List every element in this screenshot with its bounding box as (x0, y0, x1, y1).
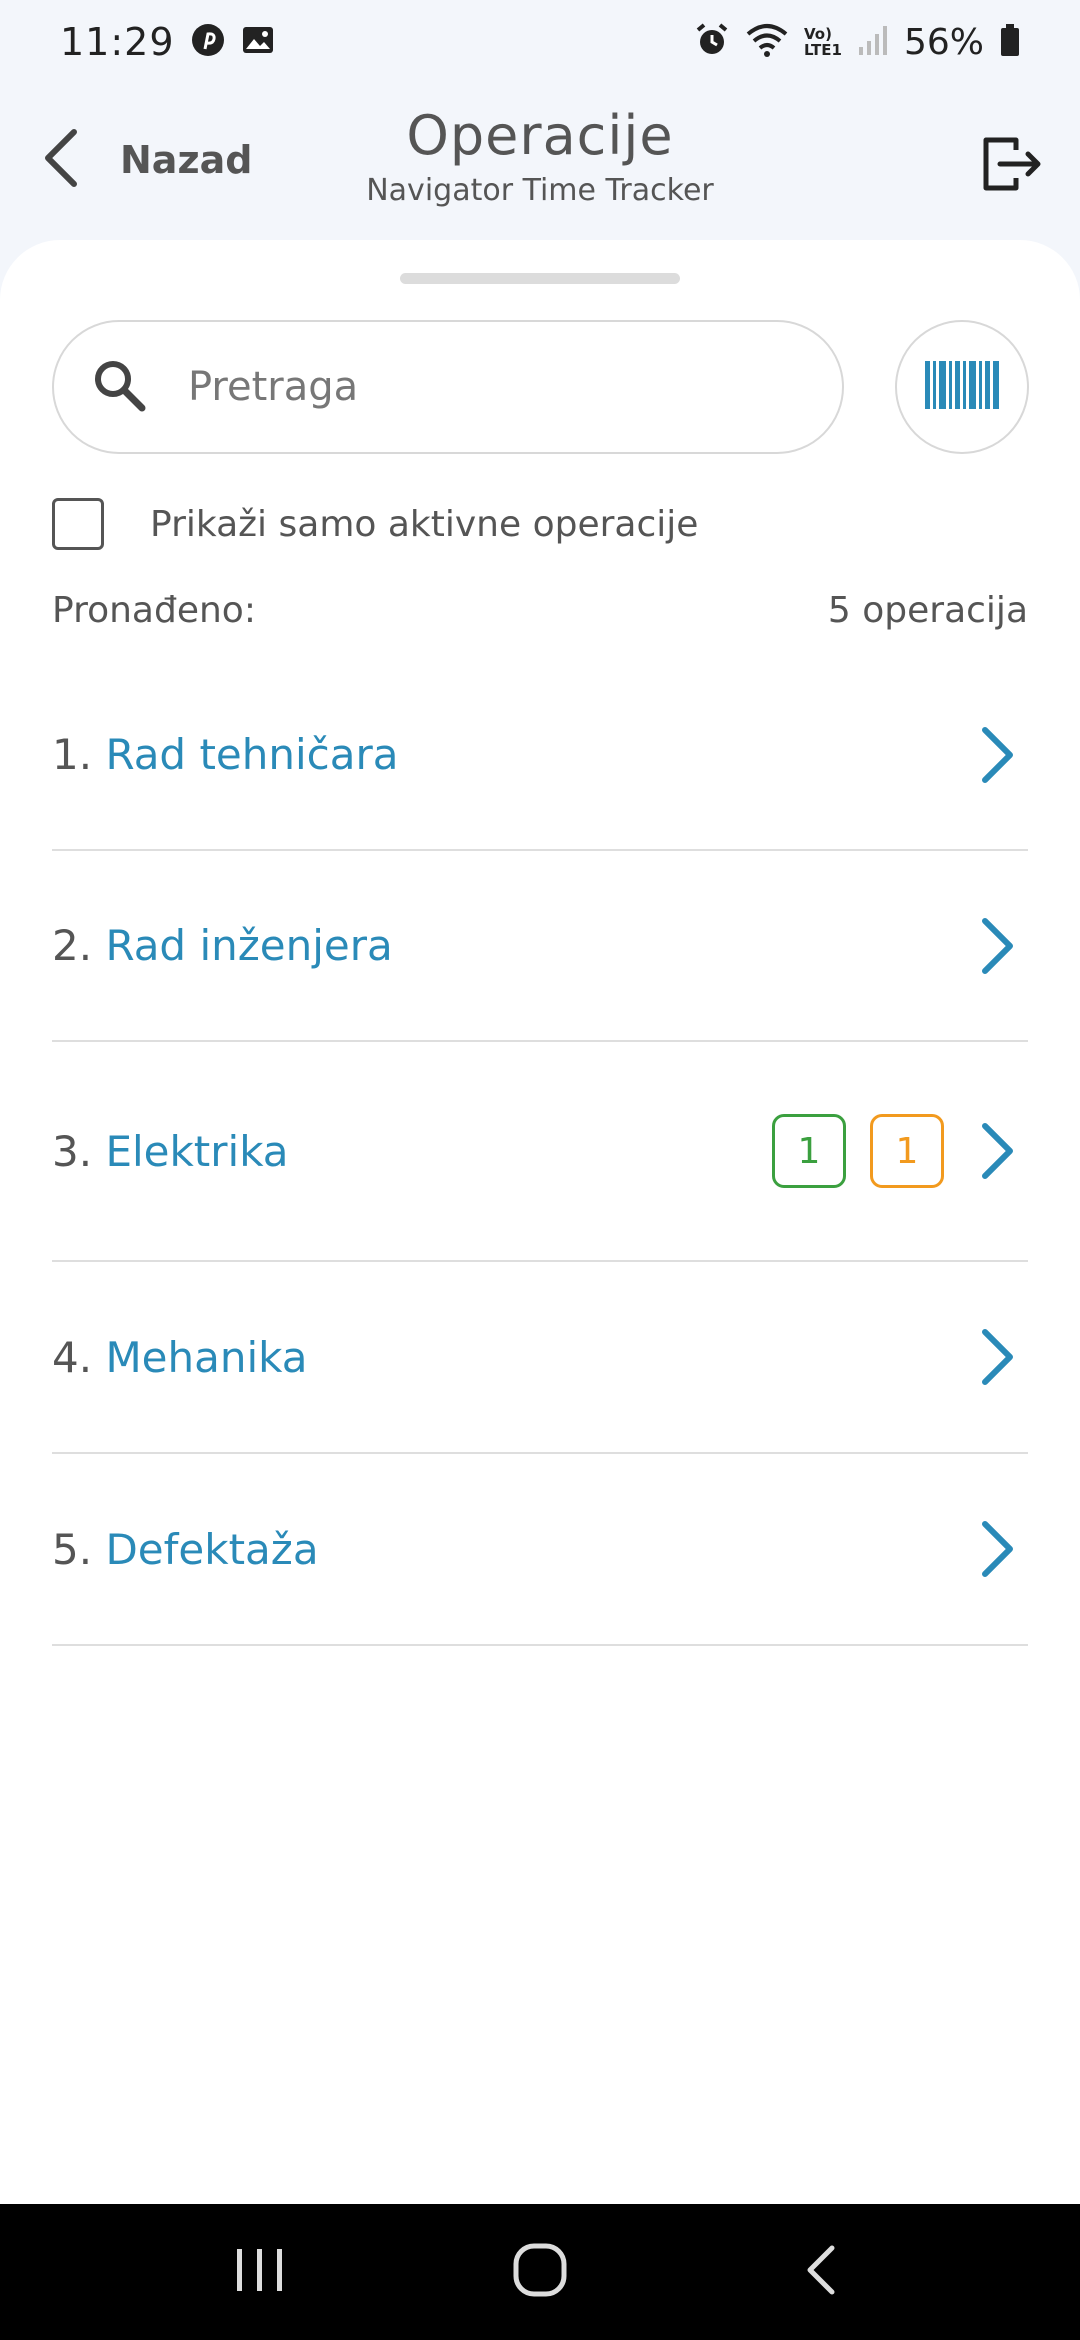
wifi-icon (746, 22, 788, 62)
logout-icon (982, 136, 1042, 196)
operation-number: 5. (52, 1524, 93, 1574)
volte-indicator: Vo) LTE1 (804, 26, 842, 58)
recent-apps-icon (235, 2247, 285, 2297)
chevron-right-icon (968, 1121, 1028, 1181)
content-sheet: Prikaži samo aktivne operacije Pronađeno… (0, 240, 1080, 2204)
item-right: 1 1 (772, 1114, 1028, 1188)
chevron-right-icon (968, 916, 1028, 976)
status-bar-right: Vo) LTE1 56% (694, 22, 1020, 63)
result-count: 5 operacija (827, 590, 1028, 631)
barcode-icon (925, 361, 999, 413)
system-nav-bar (0, 2204, 1080, 2340)
found-label: Pronađeno: (52, 590, 256, 631)
operation-number: 4. (52, 1332, 93, 1382)
home-icon (512, 2242, 568, 2302)
operation-label: Elektrika (105, 1126, 289, 1176)
item-right (968, 916, 1028, 976)
operation-title: 5. Defektaža (52, 1525, 319, 1574)
item-right (968, 1519, 1028, 1579)
status-time: 11:29 (60, 20, 175, 64)
list-item[interactable]: 4. Mehanika (52, 1262, 1028, 1454)
list-item[interactable]: 3. Elektrika 1 1 (52, 1042, 1028, 1262)
pinterest-icon (191, 23, 225, 61)
search-icon (92, 358, 146, 416)
operation-label: Defektaža (105, 1524, 319, 1574)
active-only-checkbox[interactable] (52, 498, 104, 550)
barcode-scan-button[interactable] (895, 320, 1029, 454)
status-badge-green: 1 (772, 1114, 846, 1188)
operation-number: 1. (52, 730, 93, 779)
back-label: Nazad (120, 138, 253, 182)
chevron-right-icon (968, 1519, 1028, 1579)
lte-label: LTE1 (803, 41, 842, 59)
list-item[interactable]: 5. Defektaža (52, 1454, 1028, 1646)
search-box[interactable] (52, 320, 844, 454)
operation-title: 4. Mehanika (52, 1333, 307, 1382)
back-button[interactable]: Nazad (40, 120, 252, 200)
logout-button[interactable] (976, 130, 1048, 202)
operations-list: 1. Rad tehničara 2. Rad inženjera 3. Ele… (52, 660, 1028, 1646)
status-badge-orange: 1 (870, 1114, 944, 1188)
operation-label: Mehanika (105, 1332, 308, 1382)
operation-title: 1. Rad tehničara (52, 730, 399, 779)
back-arrow-icon (802, 2244, 838, 2300)
operation-label: Rad tehničara (105, 730, 399, 779)
app-header: Operacije Navigator Time Tracker Nazad (0, 90, 1080, 240)
volte-label: Vo) (803, 25, 832, 43)
chevron-left-icon (40, 128, 80, 192)
list-item[interactable]: 1. Rad tehničara (52, 660, 1028, 851)
operation-title: 2. Rad inženjera (52, 921, 393, 970)
list-item[interactable]: 2. Rad inženjera (52, 851, 1028, 1042)
status-bar: 11:29 Vo) LTE1 56% (0, 0, 1080, 84)
battery-icon (1000, 23, 1020, 61)
operation-title: 3. Elektrika (52, 1127, 289, 1176)
item-right (968, 1327, 1028, 1387)
status-bar-left: 11:29 (60, 20, 275, 64)
signal-icon (858, 23, 888, 61)
battery-percent: 56% (903, 21, 984, 63)
alarm-icon (694, 22, 730, 62)
search-input[interactable] (188, 364, 788, 410)
active-only-label: Prikaži samo aktivne operacije (150, 503, 699, 545)
system-back-button[interactable] (760, 2222, 880, 2322)
sheet-drag-handle[interactable] (400, 273, 680, 284)
recent-apps-button[interactable] (200, 2222, 320, 2322)
item-right (968, 725, 1028, 785)
gallery-icon (241, 23, 275, 61)
active-filter-row: Prikaži samo aktivne operacije (52, 496, 698, 552)
chevron-right-icon (968, 725, 1028, 785)
home-button[interactable] (480, 2222, 600, 2322)
results-summary: Pronađeno: 5 operacija (52, 590, 1028, 631)
operation-label: Rad inženjera (105, 921, 393, 970)
chevron-right-icon (968, 1327, 1028, 1387)
operation-number: 2. (52, 921, 93, 970)
operation-number: 3. (52, 1126, 93, 1176)
